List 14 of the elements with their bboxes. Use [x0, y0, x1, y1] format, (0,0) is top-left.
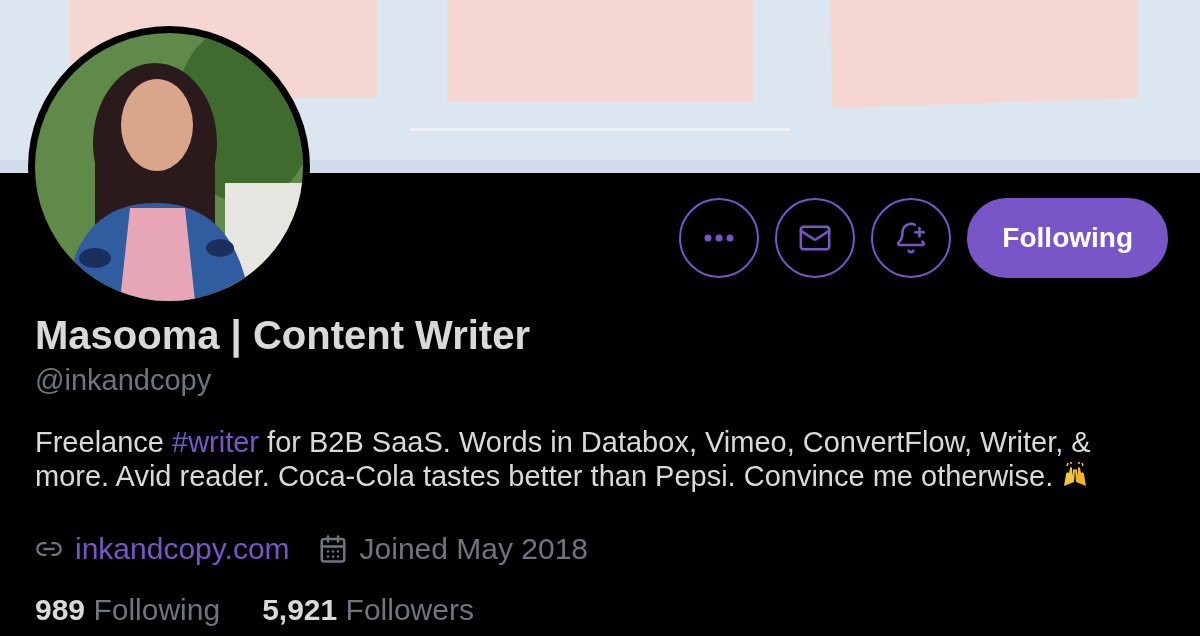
- more-button[interactable]: [679, 198, 760, 278]
- notify-button[interactable]: [871, 198, 952, 278]
- hashtag-link[interactable]: #writer: [172, 426, 260, 458]
- message-button[interactable]: [775, 198, 856, 278]
- joined-date: Joined May 2018: [359, 531, 589, 567]
- following-button[interactable]: Following: [967, 198, 1168, 278]
- profile-name: Masooma | Content Writer: [35, 313, 530, 357]
- stat-link[interactable]: 989 Following: [35, 593, 221, 627]
- calendar-icon: [317, 534, 348, 564]
- profile-bio: Freelance #writer for B2B SaaS. Words in Databox, Vimeo, ConvertFlow, Writer, & more. Avid reader. Coca-Cola tastes better than Pepsi. Convince me otherwise.: [35, 425, 1092, 493]
- more-icon: [704, 234, 735, 242]
- profile-handle: @inkandcopy: [35, 363, 212, 397]
- stat-link[interactable]: 5,921 Followers: [262, 593, 474, 627]
- website-link[interactable]: inkandcopy.com: [75, 531, 290, 567]
